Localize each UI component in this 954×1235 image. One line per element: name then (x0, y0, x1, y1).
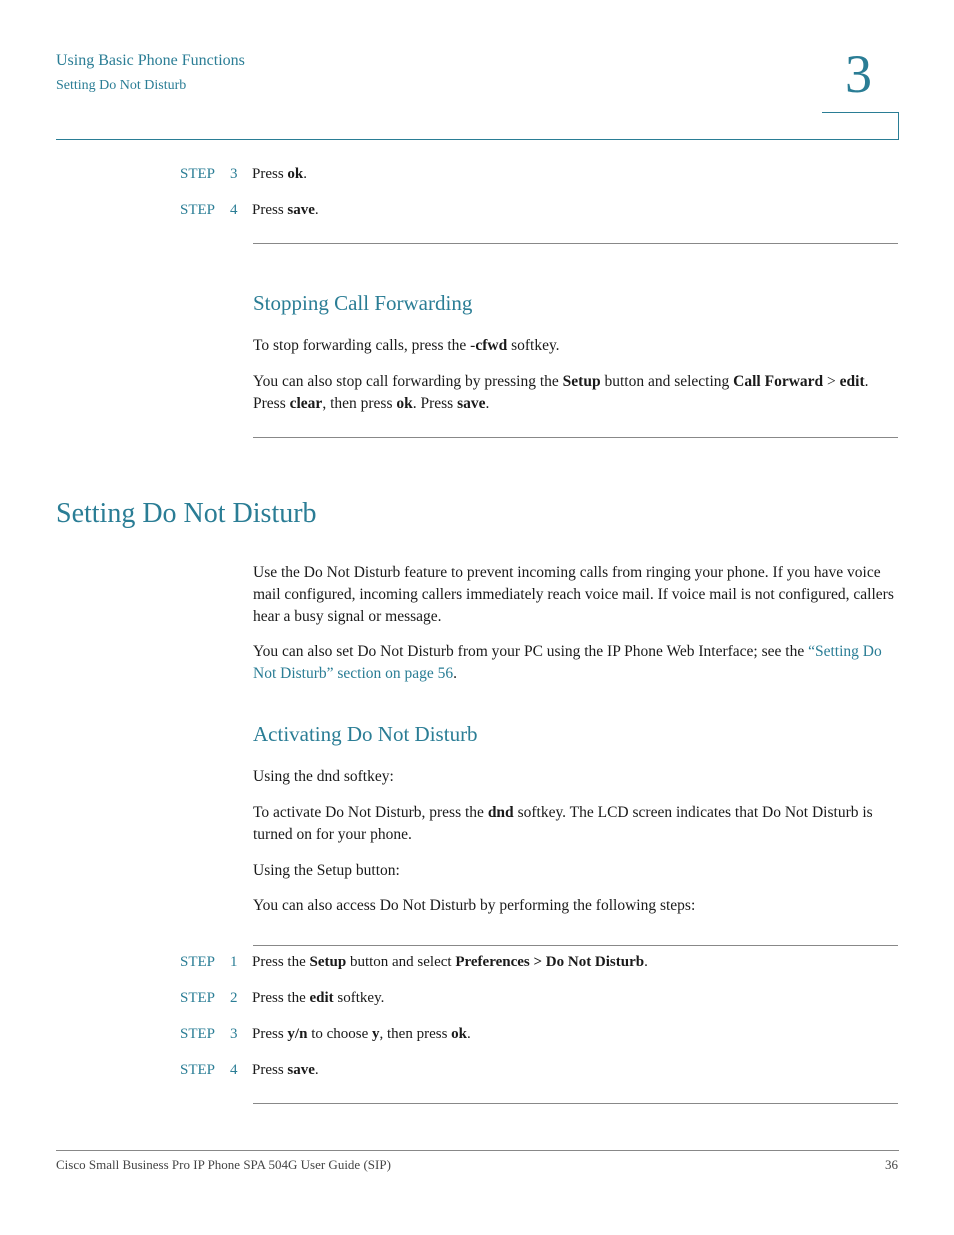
running-header-section: Setting Do Not Disturb (56, 78, 187, 93)
step-text: Press save. (252, 202, 319, 218)
paragraph: Use the Do Not Disturb feature to preven… (253, 564, 894, 625)
step-label: STEP (180, 1062, 216, 1078)
footer-rule (56, 1150, 899, 1151)
step-row: STEP 4 Press save. (180, 200, 319, 220)
step-number: 2 (230, 990, 238, 1006)
paragraph: You can also set Do Not Disturb from you… (253, 643, 882, 682)
step-number: 4 (230, 1062, 238, 1078)
step-text: Press the edit softkey. (252, 990, 385, 1006)
paragraph: To activate Do Not Disturb, press the dn… (253, 804, 873, 843)
step-row: STEP 3 Press ok. (180, 164, 307, 184)
divider (253, 243, 898, 244)
step-label: STEP (180, 166, 216, 182)
step-number: 1 (230, 954, 238, 970)
step-row: STEP 1 Press the Setup button and select P… (180, 952, 648, 972)
step-label: STEP (180, 1026, 216, 1042)
chapter-box (822, 112, 899, 140)
step-text: Press ok. (252, 166, 308, 182)
divider (253, 1103, 898, 1104)
page-number: 36 (885, 1157, 898, 1172)
running-header-chapter: Using Basic Phone Functions (56, 52, 245, 69)
section-heading-dnd: Setting Do Not Disturb (56, 498, 317, 529)
divider (253, 945, 898, 946)
step-row: STEP 4 Press save. (180, 1060, 319, 1080)
step-text: Press the Setup button and select Prefer… (252, 954, 648, 970)
divider (253, 437, 898, 438)
footer-title: Cisco Small Business Pro IP Phone SPA 50… (56, 1157, 391, 1172)
step-number: 3 (230, 166, 238, 182)
step-label: STEP (180, 954, 216, 970)
step-number: 4 (230, 202, 238, 218)
step-number: 3 (230, 1026, 238, 1042)
paragraph: To stop forwarding calls, press the -cfw… (253, 337, 560, 354)
paragraph: You can also access Do Not Disturb by pe… (253, 897, 696, 914)
chapter-number: 3 (845, 44, 872, 104)
subsection-heading-activating: Activating Do Not Disturb (253, 722, 478, 746)
paragraph: Using the Setup button: (253, 862, 400, 879)
paragraph: Using the dnd softkey: (253, 768, 394, 785)
step-label: STEP (180, 990, 216, 1006)
step-row: STEP 2 Press the edit softkey. (180, 988, 384, 1008)
step-text: Press save. (252, 1062, 319, 1078)
paragraph: You can also stop call forwarding by pre… (253, 373, 869, 412)
step-text: Press y/n to choose y, then press ok. (252, 1026, 471, 1042)
step-row: STEP 3 Press y/n to choose y, then press o… (180, 1024, 471, 1044)
step-label: STEP (180, 202, 216, 218)
subsection-heading-stopping: Stopping Call Forwarding (253, 291, 473, 315)
header-rule (56, 139, 899, 140)
